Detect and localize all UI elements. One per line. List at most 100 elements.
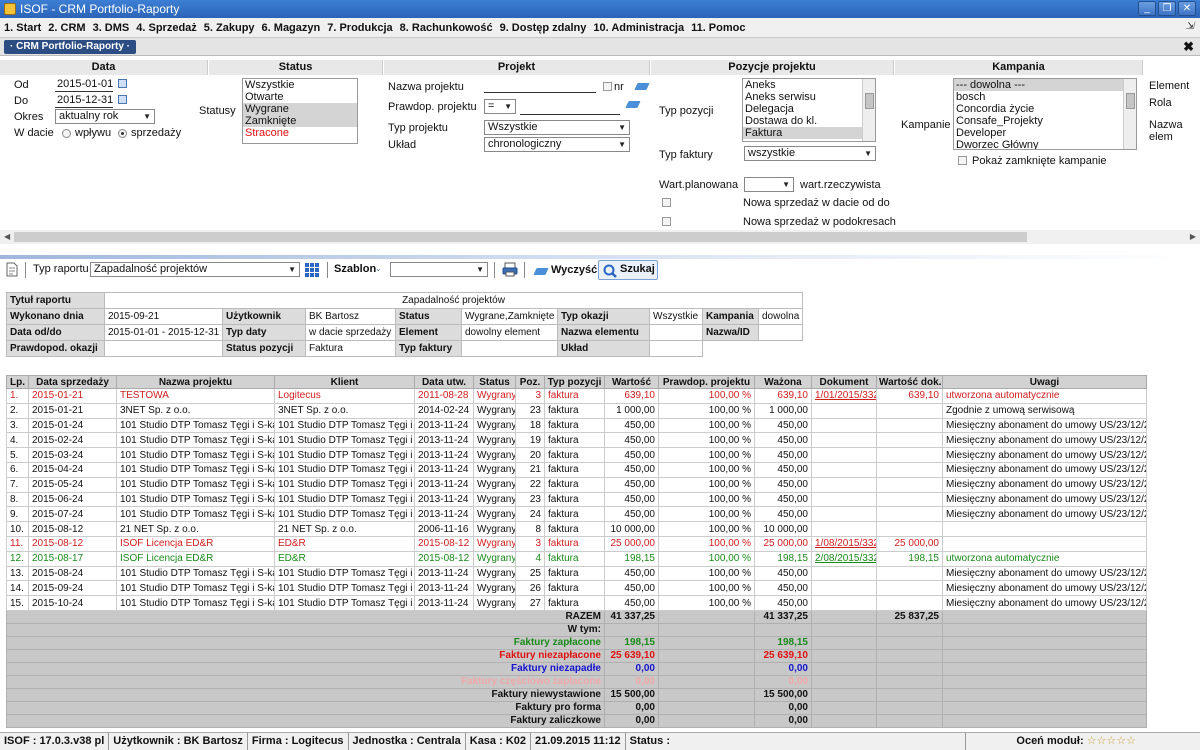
- pozycja-option[interactable]: Aneks: [743, 79, 875, 91]
- nowa-podokresy-checkbox[interactable]: [662, 217, 671, 226]
- table-row[interactable]: 10. 2015-08-12 21 NET Sp. z o.o. 21 NET Sp.…: [6, 521, 1147, 537]
- kampania-option[interactable]: Dworzec Główny: [954, 139, 1136, 149]
- menu-magazyn[interactable]: 6. Magazyn: [262, 22, 321, 34]
- pozycja-option[interactable]: Dostawa do kl.: [743, 115, 875, 127]
- prawdop-operator-select[interactable]: =: [484, 99, 516, 114]
- tab-crm-portfolio-raporty[interactable]: · CRM Portfolio-Raporty ·: [4, 40, 136, 54]
- szukaj-button[interactable]: Szukaj: [598, 260, 658, 280]
- column-header[interactable]: Klient: [274, 375, 415, 389]
- prawdop-value-input[interactable]: [520, 114, 620, 115]
- pozycja-option[interactable]: Faktura: [743, 127, 875, 139]
- table-row[interactable]: 11. 2015-08-12 ISOF Licencja ED&R ED&R 2015-…: [6, 535, 1147, 552]
- typ-faktury-select[interactable]: wszystkie: [744, 146, 876, 161]
- column-header[interactable]: Poz.: [515, 375, 545, 389]
- table-row[interactable]: 1. 2015-01-21 TESTOWA Logitecus 2011-08-28 Wy…: [6, 388, 1147, 404]
- menu-zakupy[interactable]: 5. Zakupy: [204, 22, 255, 34]
- column-header[interactable]: Typ pozycji: [544, 375, 605, 389]
- pozycja-option[interactable]: Delegacja: [743, 103, 875, 115]
- column-header[interactable]: Ważona: [754, 375, 812, 389]
- table-row[interactable]: 3. 2015-01-24 101 Studio DTP Tomasz Tęgi i…: [6, 417, 1147, 434]
- scrollbar[interactable]: [862, 79, 875, 141]
- menu-dostep-zdalny[interactable]: 9. Dostęp zdalny: [500, 22, 587, 34]
- column-header[interactable]: Wartość: [604, 375, 659, 389]
- table-row[interactable]: 13. 2015-08-24 101 Studio DTP Tomasz Tęgi …: [6, 565, 1147, 582]
- column-header[interactable]: Data sprzedaży: [28, 375, 117, 389]
- status-option[interactable]: Zamknięte: [243, 115, 357, 127]
- menu-expand-icon[interactable]: ⇲: [1186, 21, 1194, 32]
- status-option[interactable]: Wygrane: [243, 103, 357, 115]
- scrollbar[interactable]: [1123, 79, 1136, 149]
- close-window-button[interactable]: ✕: [1178, 1, 1196, 16]
- kampania-option[interactable]: Concordia życie: [954, 103, 1136, 115]
- menu-produkcja[interactable]: 7. Produkcja: [327, 22, 392, 34]
- column-header[interactable]: Status: [473, 375, 516, 389]
- minimize-button[interactable]: _: [1138, 1, 1156, 16]
- table-row[interactable]: 8. 2015-06-24 101 Studio DTP Tomasz Tęgi i…: [6, 491, 1147, 508]
- menu-administracja[interactable]: 10. Administracja: [593, 22, 684, 34]
- menu-rachunkowosc[interactable]: 8. Rachunkowość: [400, 22, 493, 34]
- pozycja-option[interactable]: Aneks serwisu: [743, 91, 875, 103]
- table-row[interactable]: 15. 2015-10-24 101 Studio DTP Tomasz Tęgi …: [6, 595, 1147, 611]
- column-header[interactable]: Prawdop. projektu: [658, 375, 755, 389]
- calendar-to-icon[interactable]: [118, 95, 127, 104]
- nazwa-projektu-input[interactable]: [484, 92, 596, 93]
- grid-view-icon[interactable]: [305, 263, 319, 277]
- radio-wplywu[interactable]: [62, 129, 71, 138]
- print-icon[interactable]: [502, 262, 518, 277]
- menu-start[interactable]: 1. Start: [4, 22, 41, 34]
- column-header[interactable]: Nazwa projektu: [116, 375, 275, 389]
- menu-dms[interactable]: 3. DMS: [93, 22, 130, 34]
- okres-select[interactable]: aktualny rok: [55, 109, 155, 124]
- table-row[interactable]: 6. 2015-04-24 101 Studio DTP Tomasz Tęgi i…: [6, 461, 1147, 478]
- nowa-dacie-checkbox[interactable]: [662, 198, 671, 207]
- status-option[interactable]: Stracone: [243, 127, 357, 139]
- column-header[interactable]: Wartość dok.: [876, 375, 943, 389]
- document-icon[interactable]: [6, 262, 18, 277]
- column-header[interactable]: Lp.: [6, 375, 29, 389]
- kampania-option[interactable]: bosch: [954, 91, 1136, 103]
- kampania-option[interactable]: Developer: [954, 127, 1136, 139]
- nr-checkbox[interactable]: [603, 82, 612, 91]
- menu-pomoc[interactable]: 11. Pomoc: [691, 22, 745, 34]
- kampania-option[interactable]: Consafe_Projekty: [954, 115, 1136, 127]
- kampanie-list[interactable]: --- dowolna --- bosch Concordia życie Co…: [953, 78, 1137, 150]
- table-cell[interactable]: 1/08/2015/332: [811, 535, 877, 552]
- status-list[interactable]: Wszystkie Otwarte Wygrane Zamknięte Stra…: [242, 78, 358, 144]
- scroll-right-icon[interactable]: ▶: [1190, 230, 1196, 244]
- filter-horizontal-scrollbar[interactable]: ◀ ▶: [0, 230, 1200, 244]
- scroll-thumb[interactable]: [14, 232, 1027, 242]
- column-header[interactable]: Data utw.: [414, 375, 474, 389]
- table-row[interactable]: 2. 2015-01-21 3NET Sp. z o.o. 3NET Sp. z o.…: [6, 402, 1147, 419]
- wart-compare-select[interactable]: [744, 177, 794, 192]
- typ-raportu-select[interactable]: Zapadalność projektów: [90, 262, 300, 277]
- szablon-select[interactable]: [390, 262, 488, 277]
- table-row[interactable]: 14. 2015-09-24 101 Studio DTP Tomasz Tęgi …: [6, 580, 1147, 597]
- date-from-input[interactable]: 2015-01-01: [55, 78, 113, 92]
- date-to-input[interactable]: 2015-12-31: [55, 94, 113, 108]
- wyczysc-button[interactable]: Wyczyść: [551, 262, 597, 280]
- table-row[interactable]: 7. 2015-05-24 101 Studio DTP Tomasz Tęgi i…: [6, 476, 1147, 493]
- table-row[interactable]: 4. 2015-02-24 101 Studio DTP Tomasz Tęgi i…: [6, 432, 1147, 449]
- table-row[interactable]: 12. 2015-08-17 ISOF Licencja ED&R ED&R 2015-…: [6, 550, 1147, 567]
- rating-stars-icon[interactable]: ☆☆☆☆☆: [1087, 735, 1136, 747]
- pokaz-zamkniete-checkbox[interactable]: [958, 156, 967, 165]
- kampania-option[interactable]: --- dowolna ---: [954, 79, 1136, 91]
- table-row[interactable]: 5. 2015-03-24 101 Studio DTP Tomasz Tęgi i…: [6, 447, 1147, 463]
- status-option[interactable]: Wszystkie: [243, 79, 357, 91]
- table-cell[interactable]: 2/08/2015/332: [811, 550, 877, 567]
- status-option[interactable]: Otwarte: [243, 91, 357, 103]
- menu-sprzedaz[interactable]: 4. Sprzedaż: [136, 22, 197, 34]
- radio-sprzedazy[interactable]: [118, 129, 127, 138]
- scroll-left-icon[interactable]: ◀: [4, 230, 10, 244]
- typ-projektu-select[interactable]: Wszystkie: [484, 120, 630, 135]
- menu-crm[interactable]: 2. CRM: [48, 22, 85, 34]
- restore-button[interactable]: ❐: [1158, 1, 1176, 16]
- table-row[interactable]: 9. 2015-07-24 101 Studio DTP Tomasz Tęgi i…: [6, 506, 1147, 523]
- typ-pozycji-list[interactable]: Aneks Aneks serwisu Delegacja Dostawa do…: [742, 78, 876, 142]
- eraser-icon[interactable]: [634, 83, 650, 90]
- close-tab-icon[interactable]: ✖: [1183, 39, 1194, 55]
- szablon-menu[interactable]: Szablon: [334, 261, 376, 279]
- eraser-icon[interactable]: [625, 101, 641, 108]
- calendar-from-icon[interactable]: [118, 79, 127, 88]
- chevron-down-icon[interactable]: ⌄: [375, 264, 382, 273]
